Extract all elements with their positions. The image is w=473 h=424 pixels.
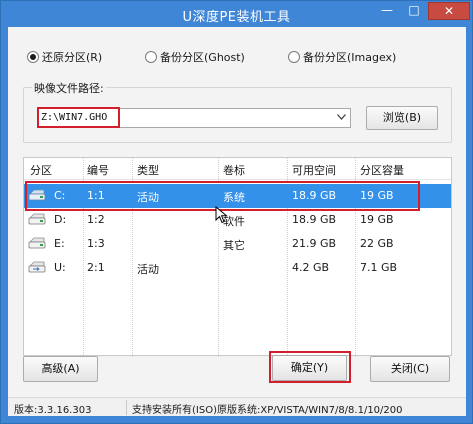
version-text: 版本:3.3.16.303 xyxy=(14,405,92,416)
image-path-combobox[interactable]: Z:\WIN7.GHO xyxy=(38,108,351,128)
backup-imagex-radio[interactable]: 备份分区(Imagex) xyxy=(288,49,396,65)
column-header-partition[interactable]: 分区 xyxy=(30,162,52,178)
cell-number: 2:1 xyxy=(87,261,105,274)
cell-number: 1:2 xyxy=(87,213,105,226)
cell-drive: C: xyxy=(54,189,66,202)
cell-number: 1:3 xyxy=(87,237,105,250)
status-divider xyxy=(126,400,127,415)
column-header-free-space[interactable]: 可用空间 xyxy=(292,162,336,178)
image-path-group: 映像文件路径: Z:\WIN7.GHO 浏览(B) xyxy=(23,80,452,143)
ok-button[interactable]: 确定(Y) xyxy=(272,355,347,381)
column-header-number[interactable]: 编号 xyxy=(87,162,109,178)
title-bar[interactable]: U深度PE装机工具 — □ ✕ xyxy=(1,1,472,27)
radio-label: 还原分区(R) xyxy=(42,51,103,64)
usb-drive-icon xyxy=(28,261,46,273)
cell-free: 18.9 GB xyxy=(292,213,337,226)
hard-drive-icon xyxy=(28,189,46,201)
client-area: 还原分区(R) 备份分区(Ghost) 备份分区(Imagex) 映像文件路径:… xyxy=(8,27,466,416)
advanced-button[interactable]: 高级(A) xyxy=(23,356,98,382)
browse-button[interactable]: 浏览(B) xyxy=(366,106,438,130)
cell-number: 1:1 xyxy=(87,189,105,202)
hard-drive-icon xyxy=(28,237,46,249)
radio-indicator[interactable] xyxy=(27,51,39,63)
close-button[interactable]: 关闭(C) xyxy=(370,356,450,382)
column-header-type[interactable]: 类型 xyxy=(137,162,159,178)
partition-table: 分区 编号 类型 卷标 可用空间 分区容量 C: 1:1 活动 系统 18.9 … xyxy=(23,157,452,357)
table-row[interactable]: U: 2:1 活动 4.2 GB 7.1 GB xyxy=(24,256,451,280)
cell-label: 其它 xyxy=(223,239,245,252)
cell-drive: E: xyxy=(54,237,65,250)
cell-type: 活动 xyxy=(137,263,159,276)
cell-free: 18.9 GB xyxy=(292,189,337,202)
cell-free: 21.9 GB xyxy=(292,237,337,250)
cell-capacity: 7.1 GB xyxy=(360,261,398,274)
radio-indicator[interactable] xyxy=(288,51,300,63)
maximize-button[interactable]: □ xyxy=(401,2,427,20)
installer-window: U深度PE装机工具 — □ ✕ 还原分区(R) 备份分区(Ghost) 备份分区… xyxy=(0,0,473,424)
cell-capacity: 19 GB xyxy=(360,213,394,226)
minimize-button[interactable]: — xyxy=(374,2,400,20)
image-path-value[interactable]: Z:\WIN7.GHO xyxy=(41,112,107,123)
status-bar: 版本:3.3.16.303 支持安装所有(ISO)原版系统:XP/VISTA/W… xyxy=(8,397,466,416)
cell-capacity: 19 GB xyxy=(360,189,394,202)
column-header-label[interactable]: 卷标 xyxy=(223,162,245,178)
backup-ghost-radio[interactable]: 备份分区(Ghost) xyxy=(145,49,245,65)
chevron-down-icon[interactable] xyxy=(334,111,348,125)
cell-label: 软件 xyxy=(223,215,245,228)
radio-indicator[interactable] xyxy=(145,51,157,63)
close-window-button[interactable]: ✕ xyxy=(428,2,470,20)
restore-partition-radio[interactable]: 还原分区(R) xyxy=(27,49,102,65)
cell-free: 4.2 GB xyxy=(292,261,330,274)
cell-label: 系统 xyxy=(223,191,245,204)
table-row[interactable]: C: 1:1 活动 系统 18.9 GB 19 GB xyxy=(24,184,451,208)
table-row[interactable]: E: 1:3 其它 21.9 GB 22 GB xyxy=(24,232,451,256)
cell-drive: U: xyxy=(54,261,66,274)
hard-drive-icon xyxy=(28,213,46,225)
table-row[interactable]: D: 1:2 软件 18.9 GB 19 GB xyxy=(24,208,451,232)
column-header-capacity[interactable]: 分区容量 xyxy=(360,162,404,178)
cell-type: 活动 xyxy=(137,191,159,204)
radio-label: 备份分区(Ghost) xyxy=(160,51,245,64)
cell-capacity: 22 GB xyxy=(360,237,394,250)
supported-systems-text: 支持安装所有(ISO)原版系统:XP/VISTA/WIN7/8/8.1/10/2… xyxy=(132,405,403,416)
image-path-label: 映像文件路径: xyxy=(32,80,106,96)
cell-drive: D: xyxy=(54,213,67,226)
radio-label: 备份分区(Imagex) xyxy=(303,51,397,64)
table-header: 分区 编号 类型 卷标 可用空间 分区容量 xyxy=(24,158,451,180)
